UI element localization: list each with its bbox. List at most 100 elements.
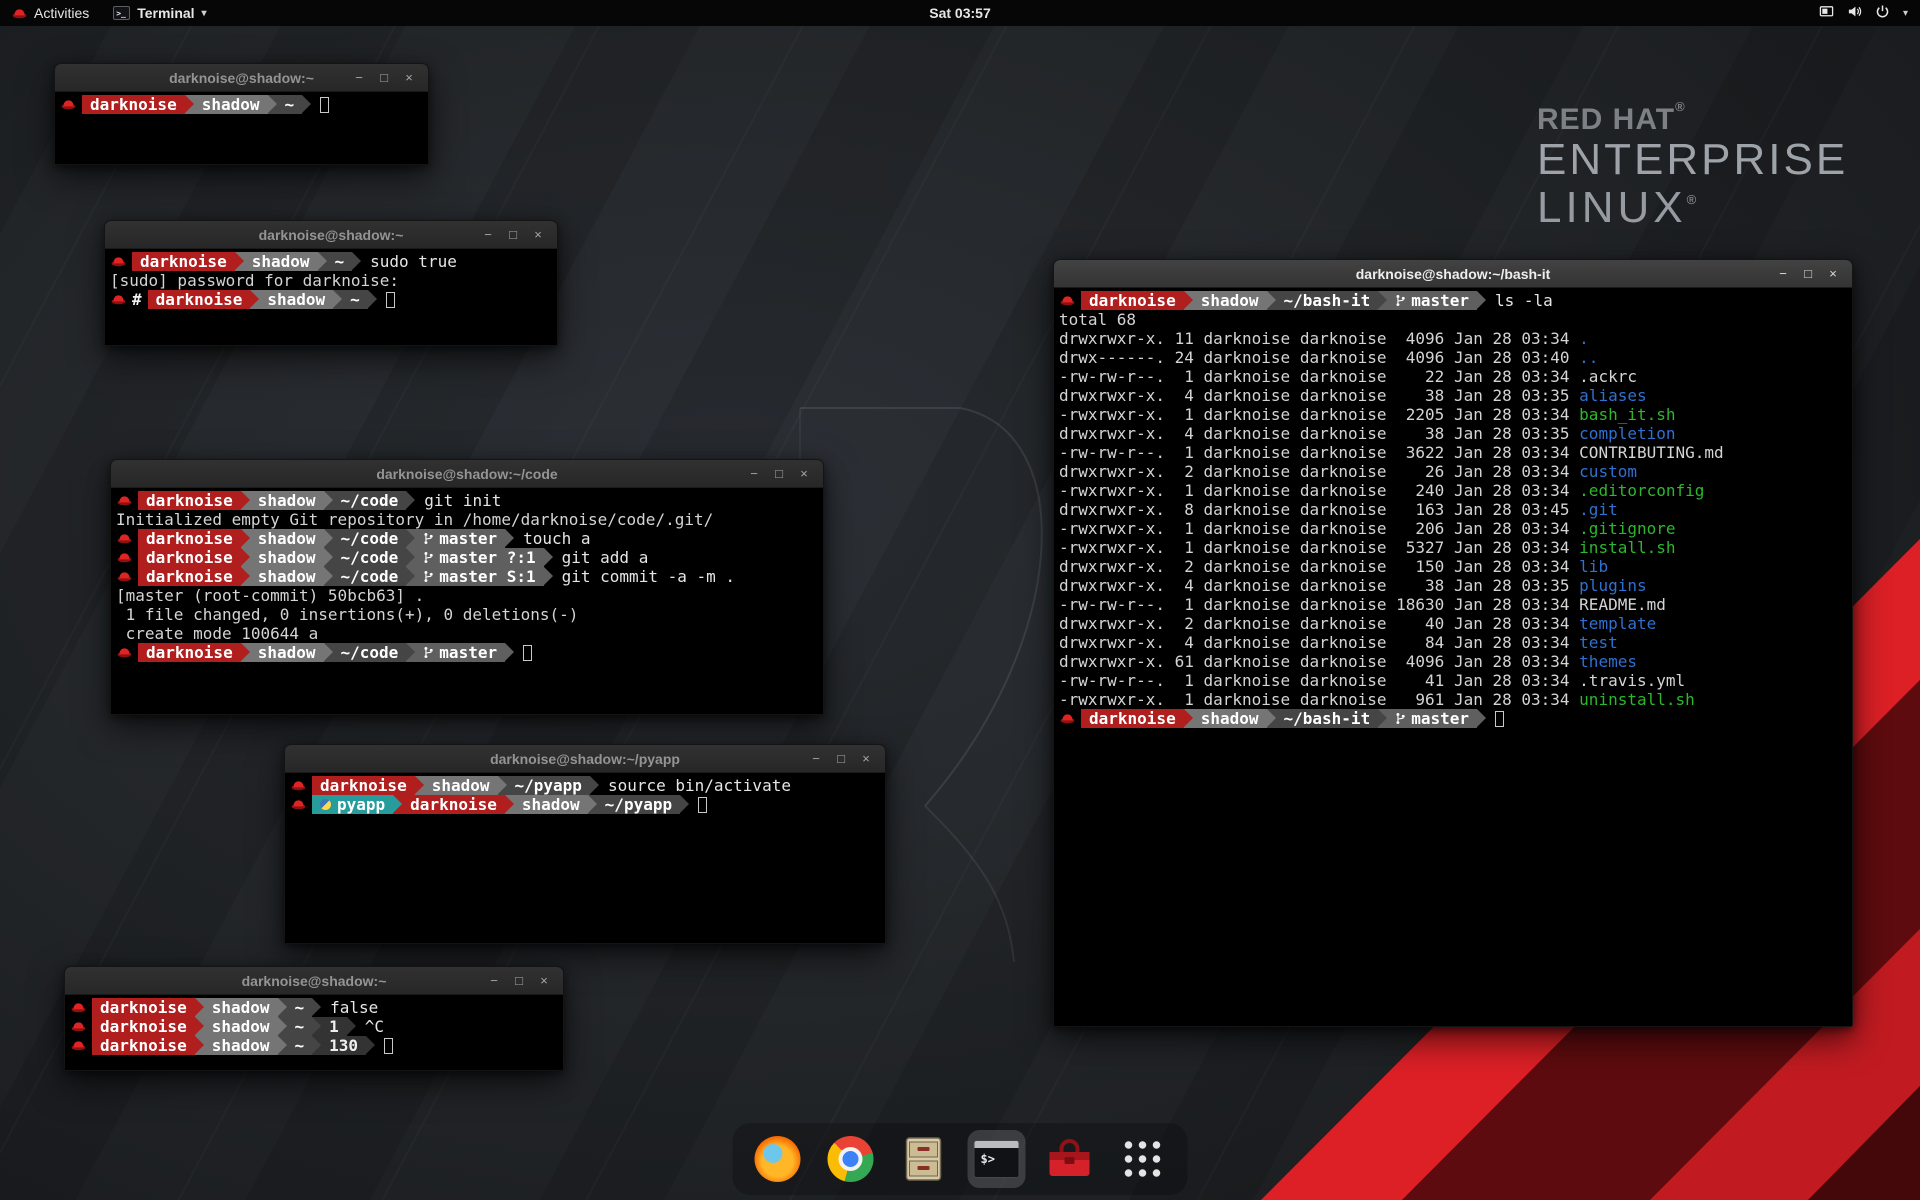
volume-icon bbox=[1847, 4, 1862, 22]
powerline-separator-icon bbox=[1267, 291, 1276, 310]
prompt-line: darknoiseshadow~/codemaster bbox=[116, 643, 818, 662]
terminal-content[interactable]: darknoiseshadow~falsedarknoiseshadow~1^C… bbox=[65, 995, 563, 1070]
activities-button[interactable]: Activities bbox=[0, 0, 101, 26]
prompt-segment-host: shadow bbox=[204, 998, 278, 1017]
ls-filename: completion bbox=[1579, 424, 1675, 443]
terminal-content[interactable]: darknoiseshadow~/codegit initInitialized… bbox=[111, 488, 823, 714]
powerline-separator-icon bbox=[312, 1017, 321, 1036]
powerline-separator-icon bbox=[406, 643, 415, 662]
dock-item-files[interactable] bbox=[895, 1130, 953, 1188]
prompt-segment-exit: 130 bbox=[321, 1036, 366, 1055]
ls-prefix: drwxrwxr-x. 2 darknoise darknoise 26 Jan… bbox=[1059, 462, 1579, 481]
typed-command: sudo true bbox=[370, 252, 457, 271]
ls-prefix: -rwxrwxr-x. 1 darknoise darknoise 240 Ja… bbox=[1059, 481, 1579, 500]
redhat-prompt-icon bbox=[71, 999, 88, 1016]
redhat-prompt-icon bbox=[117, 530, 134, 547]
ls-prefix: -rw-rw-r--. 1 darknoise darknoise 18630 … bbox=[1059, 595, 1579, 614]
ls-line: -rw-rw-r--. 1 darknoise darknoise 3622 J… bbox=[1059, 443, 1847, 462]
prompt-segment-user: darknoise bbox=[92, 998, 195, 1017]
powerline-separator-icon bbox=[406, 567, 415, 586]
powerline-separator-icon bbox=[324, 529, 333, 548]
typed-command: git add a bbox=[562, 548, 649, 567]
maximize-button[interactable]: □ bbox=[374, 68, 394, 88]
minimize-button[interactable]: − bbox=[349, 68, 369, 88]
ls-filename: themes bbox=[1579, 652, 1637, 671]
system-status-area[interactable]: ▾ bbox=[1807, 0, 1920, 26]
window-titlebar[interactable]: darknoise@shadow:~/code−□× bbox=[111, 460, 823, 488]
maximize-button[interactable]: □ bbox=[769, 464, 789, 484]
close-button[interactable]: × bbox=[528, 225, 548, 245]
prompt-segment-user: darknoise bbox=[138, 491, 241, 510]
window-controls: −□× bbox=[478, 225, 557, 245]
powerline-separator-icon bbox=[185, 95, 194, 114]
ls-line: -rw-rw-r--. 1 darknoise darknoise 22 Jan… bbox=[1059, 367, 1847, 386]
terminal-content[interactable]: darknoiseshadow~/pyappsource bin/activat… bbox=[285, 773, 885, 943]
powerline-separator-icon bbox=[241, 567, 250, 586]
powerline-separator-icon bbox=[250, 290, 259, 309]
minimize-button[interactable]: − bbox=[484, 971, 504, 991]
terminal-content[interactable]: darknoiseshadow~ bbox=[55, 92, 428, 164]
dock-item-terminal[interactable] bbox=[968, 1130, 1026, 1188]
power-icon bbox=[1875, 4, 1890, 22]
prompt-line: darknoiseshadow~/codegit init bbox=[116, 491, 818, 510]
prompt-segment-path: ~ bbox=[287, 1036, 313, 1055]
minimize-button[interactable]: − bbox=[1773, 264, 1793, 284]
dock-item-grid[interactable] bbox=[1114, 1130, 1172, 1188]
prompt-segment-path: ~/code bbox=[333, 567, 407, 586]
powerline-separator-icon bbox=[352, 252, 361, 271]
dock-item-chrome[interactable] bbox=[822, 1130, 880, 1188]
maximize-button[interactable]: □ bbox=[831, 749, 851, 769]
powerline-separator-icon bbox=[302, 95, 311, 114]
minimize-button[interactable]: − bbox=[478, 225, 498, 245]
prompt-segment-path: ~ bbox=[342, 290, 368, 309]
window-titlebar[interactable]: darknoise@shadow:~/pyapp−□× bbox=[285, 745, 885, 773]
ls-prefix: drwxrwxr-x. 2 darknoise darknoise 40 Jan… bbox=[1059, 614, 1579, 633]
ls-line: drwxrwxr-x. 2 darknoise darknoise 40 Jan… bbox=[1059, 614, 1847, 633]
powerline-separator-icon bbox=[278, 1017, 287, 1036]
dock-item-firefox[interactable] bbox=[749, 1130, 807, 1188]
app-menu-terminal[interactable]: >_ Terminal ▾ bbox=[101, 0, 218, 26]
powerline-separator-icon bbox=[241, 548, 250, 567]
ls-line: drwxrwxr-x. 4 darknoise darknoise 38 Jan… bbox=[1059, 576, 1847, 595]
window-titlebar[interactable]: darknoise@shadow:~/bash-it−□× bbox=[1054, 260, 1852, 288]
close-button[interactable]: × bbox=[534, 971, 554, 991]
powerline-separator-icon bbox=[1378, 291, 1387, 310]
window-title: darknoise@shadow:~/bash-it bbox=[1054, 266, 1852, 282]
prompt-segment-path: ~ bbox=[287, 998, 313, 1017]
close-button[interactable]: × bbox=[399, 68, 419, 88]
powerline-separator-icon bbox=[195, 1036, 204, 1055]
ls-line: -rwxrwxr-x. 1 darknoise darknoise 5327 J… bbox=[1059, 538, 1847, 557]
terminal-content[interactable]: darknoiseshadow~/bash-itmasterls -latota… bbox=[1054, 288, 1852, 1026]
window-titlebar[interactable]: darknoise@shadow:~−□× bbox=[105, 221, 557, 249]
window-controls: −□× bbox=[484, 971, 563, 991]
output-line: total 68 bbox=[1059, 310, 1847, 329]
ls-filename: .gitignore bbox=[1579, 519, 1675, 538]
prompt-segment-path: ~/code bbox=[333, 529, 407, 548]
prompt-segment-path: ~ bbox=[327, 252, 353, 271]
ls-line: drwxrwxr-x. 61 darknoise darknoise 4096 … bbox=[1059, 652, 1847, 671]
close-button[interactable]: × bbox=[856, 749, 876, 769]
ls-filename: install.sh bbox=[1579, 538, 1675, 557]
maximize-button[interactable]: □ bbox=[503, 225, 523, 245]
prompt-segment-path: ~/pyapp bbox=[597, 795, 680, 814]
close-button[interactable]: × bbox=[1823, 264, 1843, 284]
window-titlebar[interactable]: darknoise@shadow:~−□× bbox=[65, 967, 563, 995]
ls-filename: .git bbox=[1579, 500, 1618, 519]
prompt-line: darknoiseshadow~/pyappsource bin/activat… bbox=[290, 776, 880, 795]
maximize-button[interactable]: □ bbox=[1798, 264, 1818, 284]
minimize-button[interactable]: − bbox=[806, 749, 826, 769]
clock[interactable]: Sat 03:57 bbox=[929, 5, 990, 21]
minimize-button[interactable]: − bbox=[744, 464, 764, 484]
powerline-separator-icon bbox=[318, 252, 327, 271]
terminal-content[interactable]: darknoiseshadow~sudo true[sudo] password… bbox=[105, 249, 557, 345]
close-button[interactable]: × bbox=[794, 464, 814, 484]
window-titlebar[interactable]: darknoise@shadow:~−□× bbox=[55, 64, 428, 92]
dock-item-toolbox[interactable] bbox=[1041, 1130, 1099, 1188]
terminal-cursor bbox=[384, 1038, 393, 1054]
maximize-button[interactable]: □ bbox=[509, 971, 529, 991]
ls-prefix: -rw-rw-r--. 1 darknoise darknoise 3622 J… bbox=[1059, 443, 1579, 462]
ls-prefix: -rwxrwxr-x. 1 darknoise darknoise 206 Ja… bbox=[1059, 519, 1579, 538]
desktop: RED HAT® ENTERPRISE LINUX® Activities >_… bbox=[0, 0, 1920, 1200]
ls-line: drwxrwxr-x. 4 darknoise darknoise 38 Jan… bbox=[1059, 386, 1847, 405]
prompt-segment-user: darknoise bbox=[1081, 291, 1184, 310]
